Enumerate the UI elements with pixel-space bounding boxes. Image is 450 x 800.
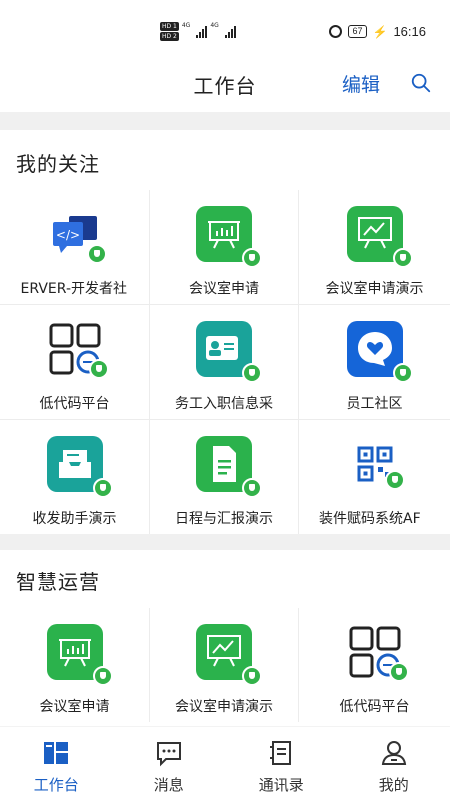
app-tile-developer-community[interactable]: </> ERVER-开发者社 bbox=[0, 190, 149, 304]
app-label: ERVER-开发者社 bbox=[20, 281, 127, 297]
verified-badge-icon bbox=[242, 666, 262, 686]
section-title-my-favorites: 我的关注 bbox=[16, 152, 100, 176]
app-label: 会议室申请演示 bbox=[325, 281, 424, 297]
app-tile-qr-coding-system[interactable]: 装件赋码系统AF bbox=[299, 420, 450, 534]
app-label: 务工入职信息采 bbox=[175, 396, 273, 412]
qr-code-icon bbox=[347, 436, 405, 492]
app-label: 会议室申请 bbox=[189, 281, 259, 297]
app-header: 工作台 编辑 bbox=[0, 64, 450, 112]
section-title-smart-operations: 智慧运营 bbox=[16, 570, 100, 594]
nav-label-messages: 消息 bbox=[153, 776, 184, 794]
app-label: 收发助手演示 bbox=[32, 511, 117, 527]
nav-tab-profile[interactable]: 我的 bbox=[338, 727, 450, 800]
nav-tab-workbench[interactable]: 工作台 bbox=[0, 727, 113, 800]
app-label: 低代码平台 bbox=[339, 699, 410, 715]
alarm-icon bbox=[329, 25, 343, 38]
verified-badge-icon bbox=[392, 363, 413, 383]
nav-tab-contacts[interactable]: 通讯录 bbox=[225, 727, 338, 800]
verified-badge-icon bbox=[92, 666, 113, 686]
app-tile-lowcode-platform[interactable]: 低代码平台 bbox=[0, 305, 149, 419]
page-title: 工作台 bbox=[193, 74, 257, 98]
lowcode-grid-icon bbox=[347, 624, 409, 682]
app-tile-meeting-room-demo-2[interactable]: 会议室申请演示 bbox=[150, 608, 298, 722]
section-divider-2 bbox=[0, 534, 450, 550]
verified-badge-icon bbox=[242, 248, 262, 268]
app-tile-onboarding[interactable]: 务工入职信息采 bbox=[150, 305, 298, 419]
edit-button[interactable]: 编辑 bbox=[342, 70, 380, 97]
app-tile-schedule-report[interactable]: 日程与汇报演示 bbox=[150, 420, 298, 534]
app-label: 装件赋码系统AF bbox=[319, 511, 421, 527]
signal-bars-icon bbox=[196, 25, 208, 38]
code-chat-icon: </> bbox=[47, 206, 107, 264]
battery-level: 67 bbox=[348, 25, 367, 38]
signal-bars-icon-2 bbox=[224, 25, 236, 38]
contacts-icon bbox=[270, 741, 292, 765]
app-label: 低代码平台 bbox=[39, 396, 110, 412]
verified-badge-icon bbox=[92, 478, 113, 498]
verified-badge-icon bbox=[392, 248, 413, 268]
presentation-chart-icon bbox=[196, 206, 262, 268]
profile-icon bbox=[381, 741, 406, 765]
app-label: 会议室申请演示 bbox=[175, 699, 273, 715]
status-right: 67 ⚡ 16:16 bbox=[329, 24, 426, 39]
id-card-icon bbox=[196, 321, 262, 383]
workbench-icon bbox=[44, 742, 69, 764]
nav-label-contacts: 通讯录 bbox=[258, 776, 304, 794]
nav-label-profile: 我的 bbox=[378, 776, 409, 794]
presentation-trend-icon bbox=[346, 206, 413, 268]
app-label: 日程与汇报演示 bbox=[175, 511, 273, 527]
app-label: 员工社区 bbox=[346, 396, 403, 412]
charging-icon: ⚡ bbox=[372, 24, 388, 39]
verified-badge-icon bbox=[388, 662, 409, 682]
search-icon[interactable] bbox=[410, 72, 432, 94]
bottom-navigation: 工作台 消息 通讯录 我的 bbox=[0, 726, 450, 800]
clock: 16:16 bbox=[393, 24, 426, 39]
svg-text:</>: </> bbox=[55, 228, 79, 242]
verified-badge-icon bbox=[242, 478, 262, 498]
community-heart-icon bbox=[346, 321, 413, 383]
network-type-1: 4G bbox=[181, 22, 191, 29]
app-label: 会议室申请 bbox=[39, 699, 110, 715]
app-tile-employee-community[interactable]: 员工社区 bbox=[299, 305, 450, 419]
presentation-chart-icon bbox=[46, 624, 113, 686]
nav-label-workbench: 工作台 bbox=[33, 776, 79, 794]
app-tile-meeting-room-request[interactable]: 会议室申请 bbox=[150, 190, 298, 304]
sim1-badge: HD 1 bbox=[160, 22, 179, 31]
verified-badge-icon bbox=[88, 359, 109, 379]
document-icon bbox=[196, 436, 262, 498]
verified-badge-icon bbox=[384, 470, 405, 490]
signal-indicators: HD 1 HD 2 4G 4G bbox=[160, 22, 236, 41]
sim2-badge: HD 2 bbox=[160, 32, 179, 41]
verified-badge-icon bbox=[86, 244, 107, 264]
network-type-2: 4G bbox=[210, 22, 219, 29]
section-divider bbox=[0, 112, 450, 130]
app-tile-meeting-room-demo[interactable]: 会议室申请演示 bbox=[299, 190, 450, 304]
status-bar: HD 1 HD 2 4G 4G 67 ⚡ 16:16 bbox=[0, 0, 450, 64]
operations-grid: 会议室申请 会议室申请演示 低代码平台 bbox=[0, 608, 450, 722]
app-tile-lowcode-platform-2[interactable]: 低代码平台 bbox=[299, 608, 450, 722]
app-tile-meeting-room-request-2[interactable]: 会议室申请 bbox=[0, 608, 149, 722]
verified-badge-icon bbox=[242, 363, 262, 383]
nav-tab-messages[interactable]: 消息 bbox=[113, 727, 226, 800]
lowcode-grid-icon bbox=[47, 321, 109, 379]
inbox-icon bbox=[46, 436, 113, 498]
favorites-grid: </> ERVER-开发者社 会议室申请 会议室申请演示 低代码平台 务工入职信… bbox=[0, 190, 450, 534]
presentation-trend-icon bbox=[196, 624, 262, 686]
message-icon bbox=[156, 742, 181, 767]
app-tile-mail-assistant[interactable]: 收发助手演示 bbox=[0, 420, 149, 534]
